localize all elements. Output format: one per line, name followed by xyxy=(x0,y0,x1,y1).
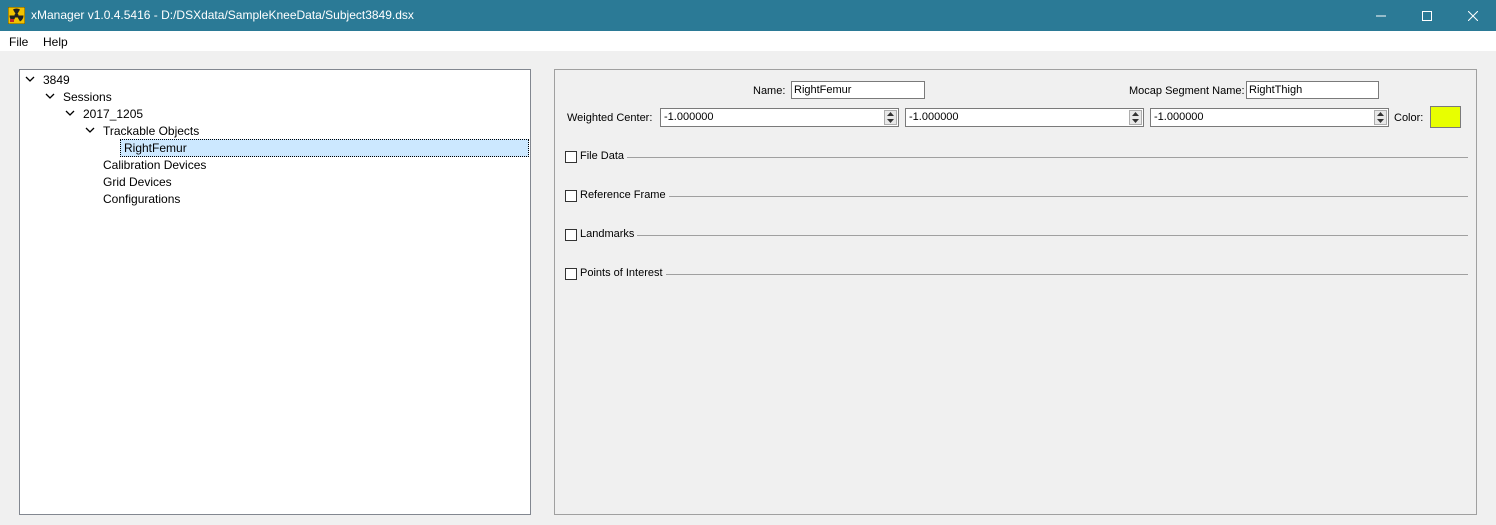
spin-buttons xyxy=(1374,110,1387,125)
tree-view[interactable]: 3849 Sessions 2017_1205 Trackable Object… xyxy=(19,69,531,515)
app-radiation-icon xyxy=(8,7,25,24)
weighted-center-x-value: -1.000000 xyxy=(664,111,714,123)
tree-label-2017-1205: 2017_1205 xyxy=(83,107,144,121)
spin-buttons xyxy=(1129,110,1142,125)
group-divider xyxy=(625,235,1468,236)
menu-bar: File Help xyxy=(0,31,1496,52)
tree-item-right-femur[interactable]: RightFemur xyxy=(120,139,529,157)
file-data-label: File Data xyxy=(580,150,628,162)
mocap-segment-label: Mocap Segment Name: xyxy=(1129,85,1245,97)
file-data-checkbox[interactable] xyxy=(565,151,577,163)
close-button[interactable] xyxy=(1450,0,1496,31)
menu-help[interactable]: Help xyxy=(43,35,68,49)
points-of-interest-label: Points of Interest xyxy=(580,267,666,279)
chevron-down-icon[interactable] xyxy=(45,89,55,105)
spin-down-arrow-icon[interactable] xyxy=(885,118,896,124)
color-label: Color: xyxy=(1394,112,1424,124)
maximize-button[interactable] xyxy=(1404,0,1450,31)
tree-label-grid-devices: Grid Devices xyxy=(103,175,172,189)
landmarks-group: Landmarks xyxy=(565,227,1468,243)
mocap-segment-input[interactable] xyxy=(1246,81,1379,99)
spin-buttons xyxy=(884,110,897,125)
spin-up-arrow-icon[interactable] xyxy=(1130,111,1141,117)
spin-down-arrow-icon[interactable] xyxy=(1130,118,1141,124)
tree-label-right-femur: RightFemur xyxy=(120,139,529,157)
weighted-center-y-value: -1.000000 xyxy=(909,111,959,123)
file-data-group: File Data xyxy=(565,149,1468,165)
chevron-down-icon[interactable] xyxy=(65,106,75,122)
title-bar[interactable]: xManager v1.0.4.5416 - D:/DSXdata/Sample… xyxy=(0,0,1496,31)
minimize-icon xyxy=(1376,15,1386,16)
detail-panel: Name: Mocap Segment Name: Weighted Cente… xyxy=(554,69,1477,515)
tree-label-3849: 3849 xyxy=(43,73,70,87)
landmarks-checkbox[interactable] xyxy=(565,229,577,241)
weighted-center-z-spinbox[interactable]: -1.000000 xyxy=(1150,108,1389,127)
menu-file[interactable]: File xyxy=(9,35,28,49)
color-swatch-button[interactable] xyxy=(1430,106,1461,128)
tree-label-sessions: Sessions xyxy=(63,90,112,104)
chevron-down-icon[interactable] xyxy=(85,123,95,139)
minimize-button[interactable] xyxy=(1358,0,1404,31)
window-title: xManager v1.0.4.5416 - D:/DSXdata/Sample… xyxy=(31,8,414,22)
chevron-down-icon[interactable] xyxy=(25,72,35,88)
reference-frame-group: Reference Frame xyxy=(565,188,1468,204)
group-divider xyxy=(625,274,1468,275)
tree-label-trackable-objects: Trackable Objects xyxy=(103,124,200,138)
points-of-interest-group: Points of Interest xyxy=(565,266,1468,282)
weighted-center-y-spinbox[interactable]: -1.000000 xyxy=(905,108,1144,127)
spin-up-arrow-icon[interactable] xyxy=(885,111,896,117)
name-label: Name: xyxy=(753,85,786,97)
name-input[interactable] xyxy=(791,81,925,99)
weighted-center-x-spinbox[interactable]: -1.000000 xyxy=(660,108,899,127)
reference-frame-label: Reference Frame xyxy=(580,189,669,201)
close-icon xyxy=(1468,10,1478,21)
tree-label-configurations: Configurations xyxy=(103,192,181,206)
maximize-icon xyxy=(1422,10,1432,21)
landmarks-label: Landmarks xyxy=(580,228,638,240)
spin-down-arrow-icon[interactable] xyxy=(1375,118,1386,124)
weighted-center-label: Weighted Center: xyxy=(567,112,653,124)
group-divider xyxy=(625,157,1468,158)
group-divider xyxy=(625,196,1468,197)
points-of-interest-checkbox[interactable] xyxy=(565,268,577,280)
tree-label-calibration-devices: Calibration Devices xyxy=(103,158,207,172)
weighted-center-z-value: -1.000000 xyxy=(1154,111,1204,123)
reference-frame-checkbox[interactable] xyxy=(565,190,577,202)
spin-up-arrow-icon[interactable] xyxy=(1375,111,1386,117)
